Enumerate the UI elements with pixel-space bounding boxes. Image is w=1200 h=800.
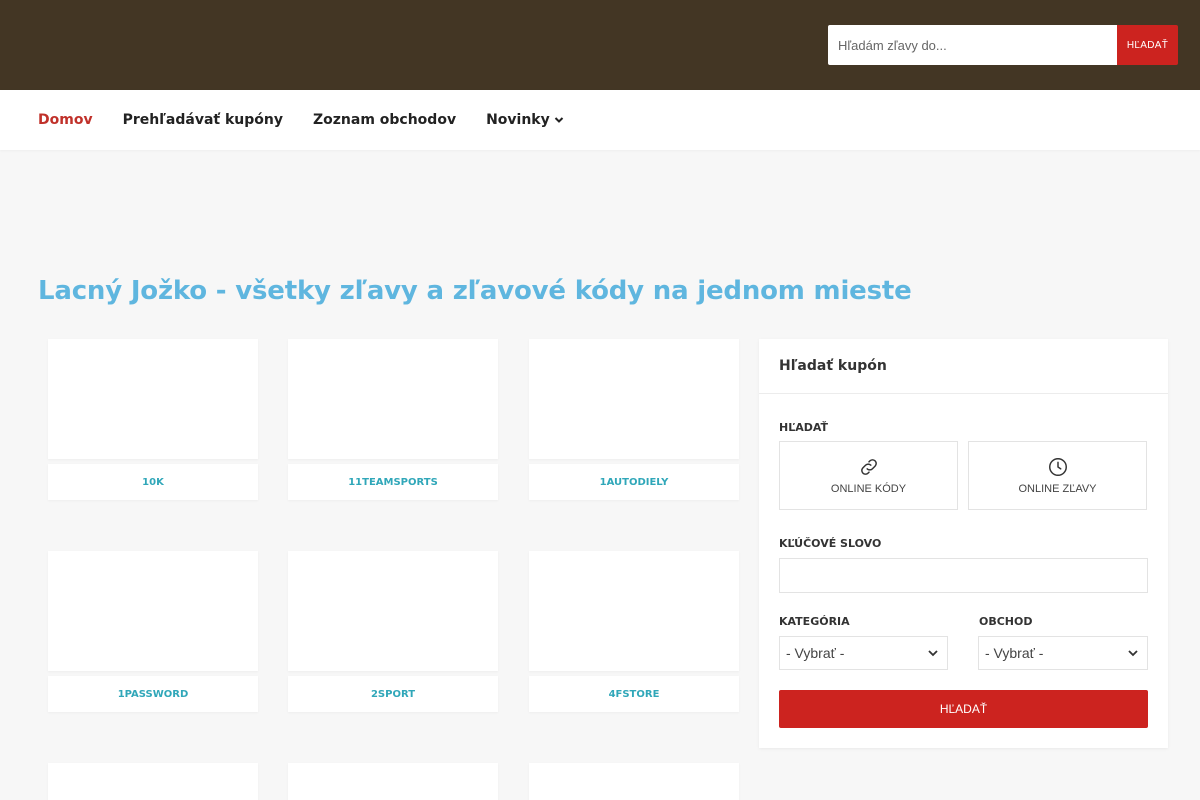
store-card[interactable] (288, 763, 498, 800)
header-search-input[interactable] (828, 25, 1117, 65)
store-card[interactable] (529, 763, 739, 800)
store-card[interactable]: 1PASSWORD (48, 551, 258, 712)
nav-item-prehladavat-kupony[interactable]: Prehľadávať kupóny (123, 112, 283, 128)
category-label: KATEGÓRIA (779, 615, 850, 628)
coupon-search-button[interactable]: HĽADAŤ (779, 690, 1148, 728)
keyword-label: KĽÚČOVÉ SLOVO (779, 537, 882, 550)
store-logo[interactable] (48, 339, 258, 459)
store-logo[interactable] (288, 339, 498, 459)
page-title: Lacný Jožko - všetky zľavy a zľavové kód… (38, 276, 912, 306)
store-logo[interactable] (529, 339, 739, 459)
category-select-value: - Vybrať - (786, 645, 845, 661)
store-name[interactable]: 1AUTODIELY (529, 464, 739, 500)
coupon-search-widget: Hľadať kupón HĽADAŤ ONLINE KÓDY ONLINE Z… (759, 339, 1168, 748)
nav-item-label: Prehľadávať kupóny (122, 112, 283, 128)
option-label: ONLINE KÓDY (830, 483, 907, 495)
store-name[interactable]: 11TEAMSPORTS (288, 464, 498, 500)
search-type-label: HĽADAŤ (779, 421, 829, 434)
link-icon (860, 459, 877, 475)
nav-item-zoznam-obchodov[interactable]: Zoznam obchodov (313, 112, 456, 128)
chevron-down-icon (1128, 650, 1138, 657)
store-card[interactable]: 11TEAMSPORTS (288, 339, 498, 500)
store-label: OBCHOD (979, 615, 1033, 628)
store-name[interactable]: 2SPORT (288, 676, 498, 712)
nav-item-label: Domov (38, 112, 93, 128)
store-logo[interactable] (48, 551, 258, 671)
chevron-down-icon (554, 117, 563, 123)
online-codes-option[interactable]: ONLINE KÓDY (779, 441, 958, 510)
store-logo[interactable] (48, 763, 258, 800)
nav-item-label: Zoznam obchodov (312, 112, 457, 128)
widget-title: Hľadať kupón (759, 339, 1168, 394)
nav-item-novinky[interactable]: Novinky (486, 112, 564, 128)
store-logo[interactable] (288, 763, 498, 800)
store-card[interactable]: 2SPORT (288, 551, 498, 712)
clock-icon (1048, 458, 1067, 476)
store-card[interactable]: 1AUTODIELY (529, 339, 739, 500)
header-search-button[interactable]: HĽADAŤ (1117, 25, 1178, 65)
option-label: ONLINE ZĽAVY (1018, 483, 1097, 495)
nav-list: Domov Prehľadávať kupóny Zoznam obchodov… (38, 90, 594, 150)
online-discounts-option[interactable]: ONLINE ZĽAVY (968, 441, 1147, 510)
header-search: HĽADAŤ (828, 25, 1178, 65)
nav-item-label: Novinky (486, 112, 550, 128)
store-name[interactable]: 4FSTORE (529, 676, 739, 712)
store-select[interactable]: - Vybrať - (978, 636, 1148, 670)
store-card[interactable]: 10K (48, 339, 258, 500)
category-select[interactable]: - Vybrať - (779, 636, 948, 670)
store-select-value: - Vybrať - (985, 645, 1044, 661)
top-header: HĽADAŤ (0, 0, 1200, 90)
keyword-input[interactable] (779, 558, 1148, 593)
nav-item-domov[interactable]: Domov (38, 112, 93, 128)
store-name[interactable]: 10K (48, 464, 258, 500)
store-logo[interactable] (529, 551, 739, 671)
store-logo[interactable] (529, 763, 739, 800)
store-card[interactable]: 4FSTORE (529, 551, 739, 712)
main-navigation: Domov Prehľadávať kupóny Zoznam obchodov… (0, 90, 1200, 150)
store-card[interactable] (48, 763, 258, 800)
chevron-down-icon (928, 650, 938, 657)
store-name[interactable]: 1PASSWORD (48, 676, 258, 712)
store-logo[interactable] (288, 551, 498, 671)
